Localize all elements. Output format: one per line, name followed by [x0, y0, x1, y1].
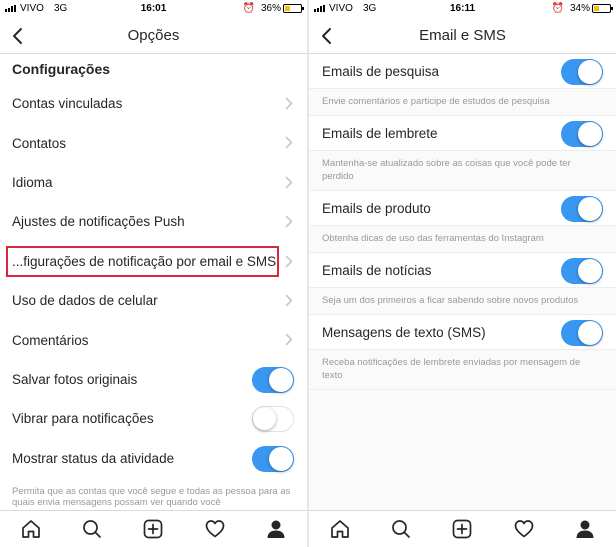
- email-setting-label: Emails de produto: [322, 200, 431, 216]
- settings-row-label: ...figurações de notificação por email e…: [12, 253, 277, 269]
- status-bar: VIVO 3G 16:11 ⏰ 34%: [309, 0, 616, 18]
- toggle-knob: [578, 259, 602, 283]
- status-bar: VIVO 3G 16:01 ⏰ 36%: [0, 0, 307, 18]
- settings-row-label: Mostrar status da atividade: [12, 450, 175, 466]
- settings-row-contatos[interactable]: Contatos: [0, 123, 307, 162]
- heart-icon[interactable]: [509, 514, 539, 544]
- settings-row-label: Salvar fotos originais: [12, 371, 138, 387]
- email-sms-screen: VIVO 3G 16:11 ⏰ 34% Email e SMS Emails d…: [309, 0, 616, 547]
- toggle-knob: [578, 321, 602, 345]
- settings-row-label: Contatos: [12, 135, 67, 151]
- toggle-knob: [578, 122, 602, 146]
- settings-row-salvar-fotos-originais[interactable]: Salvar fotos originais: [0, 360, 307, 399]
- settings-row-idioma[interactable]: Idioma: [0, 163, 307, 202]
- email-setting-emails-de-pesquisa[interactable]: Emails de pesquisa: [309, 54, 616, 89]
- chevron-right-icon: [285, 255, 293, 267]
- activity-status-footnote: Permita que as contas que você segue e t…: [12, 486, 291, 508]
- toggle-switch[interactable]: [252, 406, 294, 433]
- settings-row-contas-vinculadas[interactable]: Contas vinculadas: [0, 84, 307, 123]
- email-setting-description: Obtenha dicas de uso das ferramentas do …: [309, 226, 616, 253]
- section-header-configuracoes: Configurações: [12, 61, 111, 77]
- search-icon[interactable]: [386, 514, 416, 544]
- profile-icon[interactable]: [570, 514, 600, 544]
- toggle-switch[interactable]: [561, 59, 603, 85]
- nav-bar: Opções: [0, 18, 307, 54]
- email-setting-label: Emails de pesquisa: [322, 63, 440, 79]
- alarm-icon: ⏰: [551, 3, 564, 14]
- email-setting-emails-de-noticias[interactable]: Emails de notícias: [309, 253, 616, 288]
- chevron-right-icon: [285, 334, 293, 346]
- add-post-icon[interactable]: [447, 514, 477, 544]
- toggle-knob: [578, 197, 602, 221]
- settings-row-label: Contas vinculadas: [12, 96, 123, 112]
- settings-row-label: Uso de dados de celular: [12, 293, 158, 309]
- settings-row-uso-de-dados-de-celular[interactable]: Uso de dados de celular: [0, 281, 307, 320]
- battery-percent: 36%: [260, 3, 281, 14]
- toggle-knob: [253, 407, 276, 431]
- chevron-right-icon: [285, 137, 293, 149]
- toggle-knob: [578, 60, 602, 84]
- home-icon[interactable]: [16, 514, 46, 544]
- tab-bar: [309, 510, 616, 547]
- settings-row-ajustes-de-notificacoes-push[interactable]: Ajustes de notificações Push: [0, 202, 307, 241]
- email-setting-label: Emails de notícias: [322, 262, 432, 278]
- battery-icon: [592, 4, 613, 13]
- settings-row-figuracoes-de-notificacao-por-em[interactable]: ...figurações de notificação por email e…: [0, 242, 307, 281]
- email-setting-description: Mantenha-se atualizado sobre as coisas q…: [309, 151, 616, 191]
- toggle-switch[interactable]: [561, 196, 603, 222]
- battery-percent: 34%: [569, 3, 590, 14]
- email-setting-emails-de-lembrete[interactable]: Emails de lembrete: [309, 116, 616, 151]
- toggle-switch[interactable]: [252, 366, 294, 393]
- toggle-knob: [269, 367, 293, 392]
- toggle-switch[interactable]: [561, 258, 603, 284]
- email-settings-list: Emails de pesquisa Envie comentários e pa…: [309, 54, 616, 390]
- settings-row-comentarios[interactable]: Comentários: [0, 320, 307, 359]
- profile-icon[interactable]: [261, 514, 291, 544]
- settings-row-label: Idioma: [12, 174, 53, 190]
- settings-row-label: Ajustes de notificações Push: [12, 214, 185, 230]
- search-icon[interactable]: [77, 514, 107, 544]
- battery-icon: [283, 4, 304, 13]
- email-setting-description: Seja um dos primeiros a ficar sabendo so…: [309, 288, 616, 315]
- alarm-icon: ⏰: [242, 3, 255, 14]
- toggle-switch[interactable]: [561, 121, 603, 147]
- settings-row-vibrar-para-notificacoes[interactable]: Vibrar para notificações: [0, 399, 307, 438]
- toggle-switch[interactable]: [561, 320, 603, 346]
- chevron-right-icon: [285, 97, 293, 110]
- chevron-right-icon: [285, 215, 293, 228]
- settings-row-label: Vibrar para notificações: [12, 411, 154, 427]
- heart-icon[interactable]: [200, 514, 230, 544]
- toggle-switch[interactable]: [252, 445, 294, 472]
- options-screen: VIVO 3G 16:01 ⏰ 36% Opções Configurações…: [0, 0, 307, 547]
- add-post-icon[interactable]: [138, 514, 168, 544]
- tab-bar: [0, 510, 307, 547]
- email-setting-label: Emails de lembrete: [322, 125, 438, 141]
- email-setting-label: Mensagens de texto (SMS): [322, 324, 486, 340]
- email-setting-description: Receba notificações de lembrete enviadas…: [309, 350, 616, 390]
- nav-bar: Email e SMS: [309, 18, 616, 54]
- settings-list: Configurações Contas vinculadas Contatos I…: [0, 54, 307, 478]
- page-title: Email e SMS: [419, 27, 506, 44]
- settings-row-label: Comentários: [12, 332, 89, 348]
- email-setting-mensagens-de-texto-sms[interactable]: Mensagens de texto (SMS): [309, 315, 616, 350]
- page-title: Opções: [127, 27, 180, 44]
- home-icon[interactable]: [325, 514, 355, 544]
- toggle-knob: [269, 446, 293, 471]
- email-setting-description: Envie comentários e participe de estudos…: [309, 89, 616, 116]
- chevron-right-icon: [285, 176, 293, 189]
- settings-row-mostrar-status-da-atividade[interactable]: Mostrar status da atividade: [0, 439, 307, 478]
- email-setting-emails-de-produto[interactable]: Emails de produto: [309, 191, 616, 226]
- chevron-right-icon: [285, 294, 293, 307]
